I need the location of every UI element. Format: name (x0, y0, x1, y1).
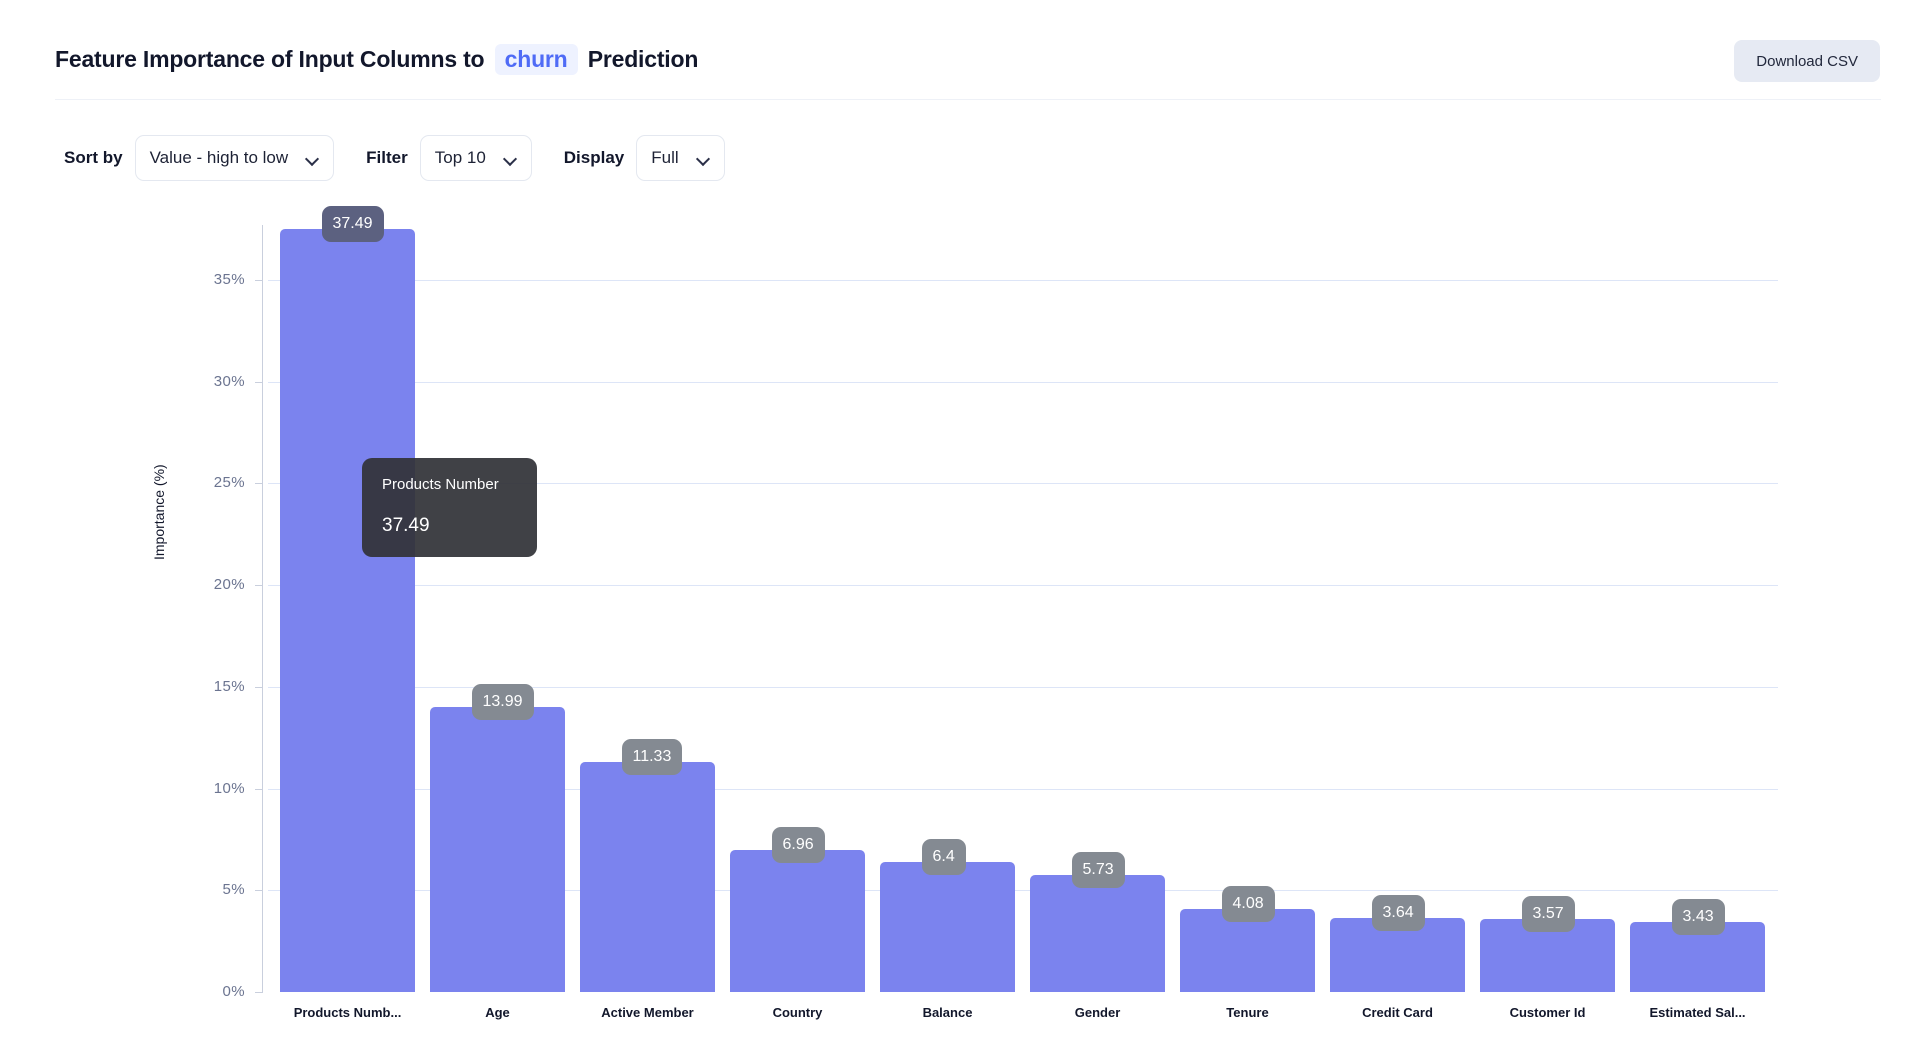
target-column-chip: churn (495, 44, 578, 75)
y-axis-tick-mark (255, 687, 263, 688)
x-axis-label: Credit Card (1330, 1005, 1465, 1020)
bar[interactable] (280, 229, 415, 992)
bar[interactable] (580, 762, 715, 992)
chevron-down-icon (306, 152, 319, 165)
bar[interactable] (1480, 919, 1615, 992)
filter-control: Filter Top 10 (366, 135, 564, 181)
sort-by-value: Value - high to low (150, 148, 289, 168)
y-axis-tick-label: 15% (175, 678, 245, 695)
y-axis-tick-mark (255, 992, 263, 993)
y-axis-tick-label: 0% (175, 983, 245, 1000)
page-title-suffix: Prediction (588, 46, 698, 72)
bar-value-badge: 6.96 (772, 827, 825, 863)
download-csv-button[interactable]: Download CSV (1734, 40, 1880, 82)
bar[interactable] (1330, 918, 1465, 992)
page-title-prefix: Feature Importance of Input Columns to (55, 46, 484, 72)
gridline (268, 789, 1778, 790)
x-axis-label: Age (430, 1005, 565, 1020)
x-axis-label: Country (730, 1005, 865, 1020)
x-axis-label: Balance (880, 1005, 1015, 1020)
bar[interactable] (880, 862, 1015, 992)
bar-value-badge: 3.57 (1522, 896, 1575, 932)
x-axis-label: Estimated Sal... (1630, 1005, 1765, 1020)
page-header: Feature Importance of Input Columns to c… (0, 0, 1920, 99)
y-axis-line (262, 225, 263, 993)
y-axis-title: Importance (%) (151, 464, 167, 560)
y-axis-tick-mark (255, 789, 263, 790)
bar-value-badge: 3.43 (1672, 899, 1725, 935)
display-select[interactable]: Full (636, 135, 724, 181)
bar[interactable] (1630, 922, 1765, 992)
y-axis-tick-label: 35% (175, 271, 245, 288)
gridline (268, 382, 1778, 383)
gridline (268, 687, 1778, 688)
x-axis-label: Products Numb... (280, 1005, 415, 1020)
sort-by-select[interactable]: Value - high to low (135, 135, 335, 181)
bar-value-badge: 5.73 (1072, 852, 1125, 888)
chevron-down-icon (504, 152, 517, 165)
header-divider (55, 99, 1881, 100)
bar[interactable] (1180, 909, 1315, 992)
chevron-down-icon (697, 152, 710, 165)
bar-value-badge: 11.33 (622, 739, 683, 775)
sort-by-control: Sort by Value - high to low (64, 135, 366, 181)
bar-value-badge: 37.49 (322, 206, 384, 242)
gridline (268, 890, 1778, 891)
x-axis-label: Customer Id (1480, 1005, 1615, 1020)
gridline (268, 585, 1778, 586)
bar[interactable] (1030, 875, 1165, 992)
display-label: Display (564, 148, 624, 168)
x-axis-label: Active Member (580, 1005, 715, 1020)
y-axis-tick-mark (255, 280, 263, 281)
y-axis-tick-label: 25% (175, 474, 245, 491)
page-title: Feature Importance of Input Columns to c… (55, 44, 698, 75)
y-axis-tick-mark (255, 382, 263, 383)
x-axis-label: Tenure (1180, 1005, 1315, 1020)
gridline (268, 280, 1778, 281)
y-axis-tick-mark (255, 585, 263, 586)
chart-controls: Sort by Value - high to low Filter Top 1… (0, 135, 757, 181)
filter-value: Top 10 (435, 148, 486, 168)
y-axis-tick-label: 30% (175, 373, 245, 390)
filter-select[interactable]: Top 10 (420, 135, 532, 181)
bar[interactable] (730, 850, 865, 992)
bar-value-badge: 3.64 (1372, 895, 1425, 931)
x-axis-label: Gender (1030, 1005, 1165, 1020)
display-value: Full (651, 148, 678, 168)
y-axis-tick-label: 5% (175, 881, 245, 898)
tooltip-title: Products Number (382, 476, 517, 493)
bar[interactable] (430, 707, 565, 992)
bar-value-badge: 6.4 (922, 839, 966, 875)
y-axis-tick-mark (255, 483, 263, 484)
y-axis-tick-mark (255, 890, 263, 891)
y-axis-tick-label: 10% (175, 780, 245, 797)
bar-value-badge: 13.99 (472, 684, 534, 720)
bar-value-badge: 4.08 (1222, 886, 1275, 922)
gridline (268, 483, 1778, 484)
y-axis-tick-label: 20% (175, 576, 245, 593)
sort-by-label: Sort by (64, 148, 123, 168)
filter-label: Filter (366, 148, 408, 168)
display-control: Display Full (564, 135, 757, 181)
tooltip-value: 37.49 (382, 515, 517, 537)
chart-tooltip: Products Number 37.49 (362, 458, 537, 557)
